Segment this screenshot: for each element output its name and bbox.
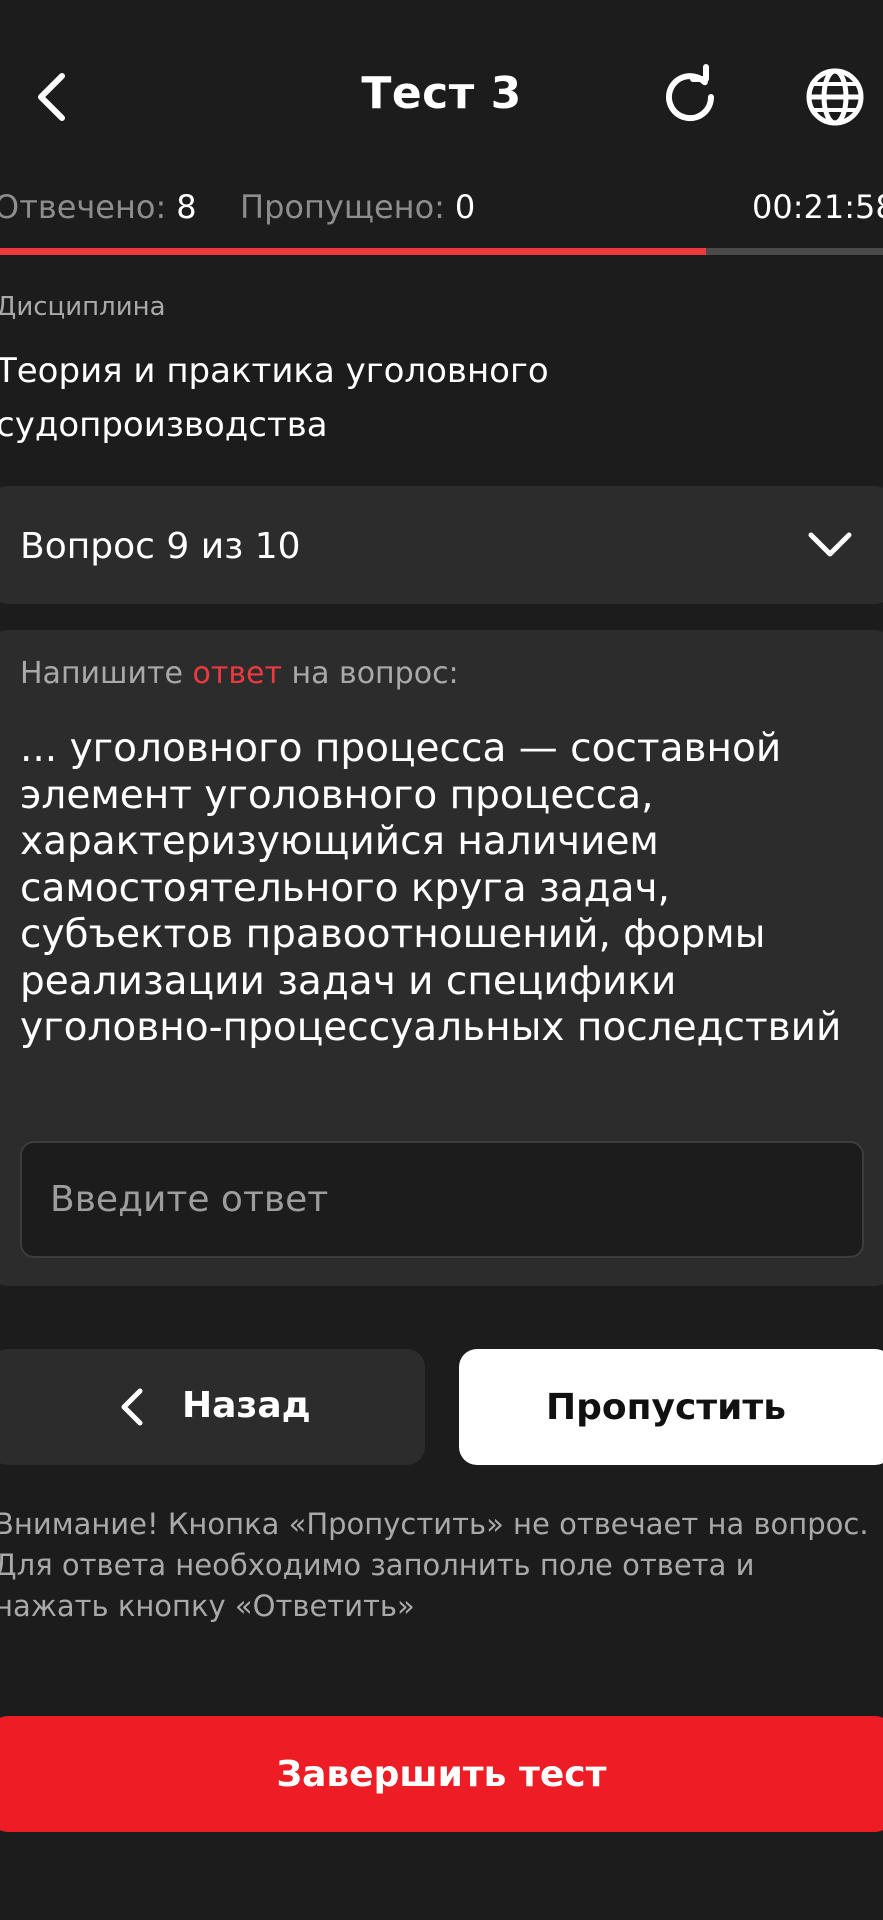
answered-label: Отвечено: [0, 188, 167, 226]
test-stats: Отвечено: 8 Пропущено: 0 00:21:58 [0, 188, 883, 232]
app-header: Тест 3 [0, 40, 883, 160]
skipped-label: Пропущено: [240, 188, 445, 226]
answered-stat: Отвечено: 8 [0, 188, 197, 226]
question-selector-label: Вопрос 9 из 10 [20, 526, 301, 567]
discipline-name: Теория и практика уголовного судопроизво… [0, 351, 549, 445]
chevron-down-icon [808, 532, 852, 557]
question-text: ... уголовного процесса — составной элем… [20, 726, 842, 1050]
skip-button[interactable]: Пропустить [459, 1349, 883, 1465]
chevron-left-icon [121, 1388, 143, 1426]
question-selector[interactable]: Вопрос 9 из 10 [0, 486, 883, 604]
timer: 00:21:58 [752, 188, 883, 226]
page-title: Тест 3 [361, 68, 522, 119]
skipped-stat: Пропущено: 0 [240, 188, 475, 226]
discipline-label: Дисциплина [0, 292, 166, 322]
instruction-accent: ответ [192, 656, 282, 691]
question-card: Напишите ответ на вопрос: ... уголовного… [0, 630, 883, 1286]
language-button[interactable] [800, 62, 870, 132]
answer-input[interactable] [20, 1141, 864, 1258]
refresh-button[interactable] [655, 62, 725, 132]
instruction-prefix: Напишите [20, 656, 183, 691]
finish-test-button[interactable]: Завершить тест [0, 1716, 883, 1832]
instruction-suffix: на вопрос: [291, 656, 459, 691]
progress-bar [0, 248, 883, 255]
question-instruction: Напишите ответ на вопрос: [20, 656, 459, 691]
back-button[interactable]: Назад [0, 1349, 425, 1465]
globe-icon [806, 68, 864, 126]
skip-notice: Внимание! Кнопка «Пропустить» не отвечае… [0, 1507, 869, 1623]
refresh-icon [666, 64, 715, 122]
progress-fill [0, 248, 707, 255]
skipped-count: 0 [454, 188, 476, 226]
answered-count: 8 [176, 188, 197, 226]
back-button-label: Назад [182, 1385, 311, 1426]
